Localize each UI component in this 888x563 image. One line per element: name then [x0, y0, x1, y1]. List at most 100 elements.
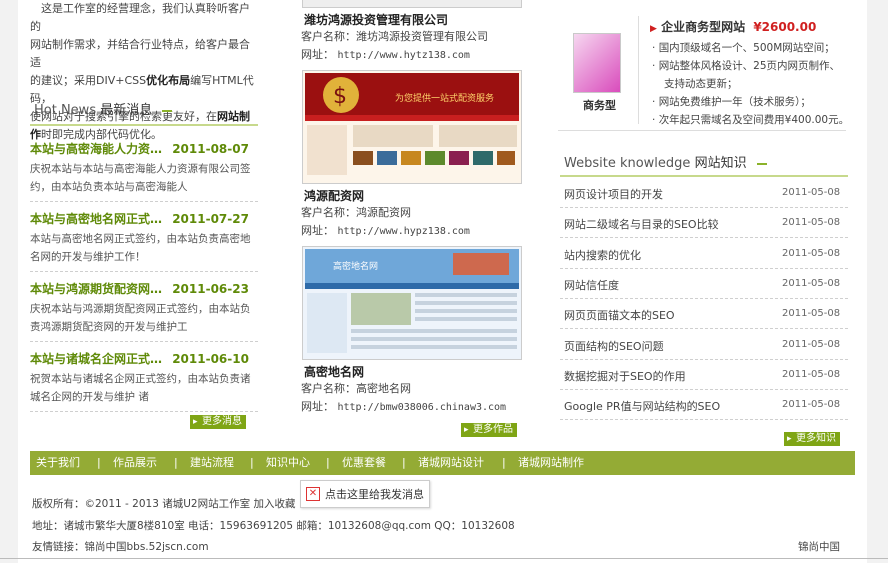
case-screenshot-image: $ 为您提供一站式配资服务 — [303, 71, 521, 183]
knowledge-title-text[interactable]: 页面结构的SEO问题 — [564, 338, 664, 354]
news-title[interactable]: 本站与鸿源期货配资网… 2011-06-23 — [30, 280, 249, 297]
knowledge-title-text[interactable]: 数据挖掘对于SEO的作用 — [564, 368, 686, 384]
knowledge-title-text[interactable]: Google PR值与网站结构的SEO — [564, 398, 720, 414]
case-thumbnail-2[interactable]: $ 为您提供一站式配资服务 — [302, 70, 522, 184]
url-label: 网址： — [301, 224, 334, 237]
more-cases-button[interactable]: 更多作品 — [461, 423, 517, 437]
case-info: 客户名称：鸿源配资网 网址： http://www.hypz138.com — [301, 204, 470, 241]
package-feature: · 次年起只需域名及空间费用¥400.00元。 — [652, 111, 862, 129]
page-bottom-border — [0, 558, 888, 559]
section-divider — [560, 175, 848, 177]
knowledge-title-text[interactable]: 网页设计项目的开发 — [564, 186, 663, 202]
close-icon[interactable]: ✕ — [306, 487, 320, 501]
news-date: 2011-06-10 — [172, 352, 249, 366]
case-name[interactable]: 潍坊鸿源投资管理有限公司 — [304, 11, 448, 28]
nav-item[interactable]: 建站流程 — [190, 451, 234, 475]
news-date: 2011-07-27 — [172, 212, 249, 226]
popup-text[interactable]: 点击这里给我发消息 — [325, 486, 424, 502]
package-feature: 支持动态更新； — [652, 75, 862, 93]
knowledge-item[interactable]: 数据挖掘对于SEO的作用 2011-05-08 — [560, 365, 848, 395]
more-cases-label[interactable]: 更多作品 — [473, 424, 513, 435]
nav-item[interactable]: 知识中心 — [266, 451, 310, 475]
intro-bold: 网站制 — [217, 110, 250, 123]
knowledge-date: 2011-05-08 — [782, 277, 841, 289]
knowledge-item[interactable]: 站内搜索的优化 2011-05-08 — [560, 244, 848, 274]
qq-message-popup[interactable]: ✕ 点击这里给我发消息 — [300, 480, 430, 508]
more-knowledge-label[interactable]: 更多知识 — [796, 433, 836, 444]
package-title: ▶ 企业商务型网站 ¥2600.00 — [650, 18, 816, 35]
page-container: 这是工作室的经营理念，我们认真聆听客户的 网站制作需求，并结合行业特点，给客户最… — [0, 0, 888, 563]
knowledge-divider — [560, 388, 848, 390]
url-label: 网址： — [301, 400, 334, 413]
knowledge-date: 2011-05-08 — [782, 217, 841, 229]
bullet-icon: · — [652, 96, 659, 108]
knowledge-date: 2011-05-08 — [782, 368, 841, 380]
knowledge-title-text[interactable]: 站内搜索的优化 — [564, 247, 641, 263]
nav-separator: | — [502, 456, 506, 469]
package-feature: · 网站整体风格设计、25页内网页制作、 — [652, 57, 862, 75]
knowledge-item[interactable]: 网站二级域名与目录的SEO比较 2011-05-08 — [560, 213, 848, 243]
nav-item[interactable]: 诸城网站制作 — [518, 451, 584, 475]
case-url[interactable]: http://www.hypz138.com — [338, 226, 470, 237]
package-title-text: 企业商务型网站 — [661, 20, 746, 34]
intro-line: 网站制作需求，并结合行业特点，给客户最合适 — [30, 38, 250, 69]
more-news-label[interactable]: 更多消息 — [202, 416, 242, 427]
knowledge-item[interactable]: 网站信任度 2011-05-08 — [560, 274, 848, 304]
case-thumbnail-3[interactable]: 高密地名网 — [302, 246, 522, 360]
knowledge-item[interactable]: 网页页面锚文本的SEO 2011-05-08 — [560, 304, 848, 334]
news-headline[interactable]: 本站与高密海能人力资… — [30, 142, 162, 156]
news-title[interactable]: 本站与诸城名企网正式… 2011-06-10 — [30, 350, 249, 367]
section-dash — [756, 162, 767, 165]
nav-item[interactable]: 诸城网站设计 — [418, 451, 484, 475]
news-summary: 庆祝本站与鸿源期货配资网正式签约，由本站负 责鸿源期货配资网的开发与维护工 — [30, 300, 260, 336]
news-title[interactable]: 本站与高密地名网正式… 2011-07-27 — [30, 210, 249, 227]
knowledge-date: 2011-05-08 — [782, 399, 841, 411]
news-headline[interactable]: 本站与鸿源期货配资网… — [30, 282, 162, 296]
knowledge-item[interactable]: Google PR值与网站结构的SEO 2011-05-08 — [560, 395, 848, 425]
knowledge-title-text[interactable]: 网站二级域名与目录的SEO比较 — [564, 216, 719, 232]
news-title[interactable]: 本站与高密海能人力资… 2011-08-07 — [30, 140, 249, 157]
section-dash — [162, 109, 173, 112]
knowledge-date: 2011-05-08 — [782, 187, 841, 198]
package-divider — [638, 16, 639, 124]
knowledge-divider — [560, 419, 848, 421]
knowledge-divider — [560, 207, 848, 208]
news-summary: 本站与高密地名网正式签约，由本站负责高密地 名网的开发与维护工作！ — [30, 230, 260, 266]
nav-item[interactable]: 作品展示 — [113, 451, 157, 475]
knowledge-title-text[interactable]: 网站信任度 — [564, 277, 619, 293]
intro-bold: 优化布局 — [146, 74, 191, 87]
section-divider — [30, 124, 258, 126]
news-summary-line: 名网的开发与维护工作！ — [30, 251, 146, 263]
knowledge-item[interactable]: 网页设计项目的开发 2011-05-08 — [560, 183, 848, 213]
footer-nav-bar: 关于我们 | 作品展示 | 建站流程 | 知识中心 | 优惠套餐 | 诸城网站设计 | 诸城网站制作 — [30, 451, 855, 475]
friend-links[interactable]: 友情链接：锦尚中国bbs.52jscn.com — [32, 539, 209, 554]
case-url[interactable]: http://www.hytz138.com — [338, 50, 470, 61]
nav-item[interactable]: 关于我们 — [36, 451, 80, 475]
more-news-button[interactable]: 更多消息 — [190, 415, 246, 429]
case-name[interactable]: 高密地名网 — [304, 363, 364, 380]
news-summary-line: 本站与高密地名网正式签约，由本站负责高密地 — [30, 233, 251, 245]
case-url[interactable]: http://bmw038006.chinaw3.com — [338, 402, 507, 413]
bullet-icon: · — [652, 60, 659, 72]
arrow-icon: ▶ — [650, 24, 657, 34]
package-feature-text: 支持动态更新； — [664, 78, 738, 90]
news-headline[interactable]: 本站与诸城名企网正式… — [30, 352, 162, 366]
news-summary-line: 庆祝本站与鸿源期货配资网正式签约，由本站负 — [30, 303, 251, 315]
nav-item[interactable]: 优惠套餐 — [342, 451, 386, 475]
case-thumbnail-1[interactable] — [302, 0, 522, 8]
knowledge-title-text[interactable]: 网页页面锚文本的SEO — [564, 307, 675, 323]
knowledge-item[interactable]: 页面结构的SEO问题 2011-05-08 — [560, 335, 848, 365]
news-headline[interactable]: 本站与高密地名网正式… — [30, 212, 162, 226]
case-name[interactable]: 鸿源配资网 — [304, 187, 364, 204]
section-title-en: Hot News — [34, 103, 97, 118]
url-label: 网址： — [301, 48, 334, 61]
package-feature-text: 网站整体风格设计、25页内网页制作、 — [658, 60, 841, 72]
package-label: 商务型 — [583, 99, 616, 112]
section-title-cn: 最新消息 — [100, 103, 153, 118]
svg-text:$: $ — [333, 84, 347, 109]
case-screenshot-image: 高密地名网 — [303, 247, 521, 359]
friend-link-item[interactable]: 锦尚中国 — [798, 539, 840, 554]
news-summary: 祝贺本站与诸城名企网正式签约，由本站负责诸 城名企网的开发与维护 诸 — [30, 370, 260, 406]
more-knowledge-button[interactable]: 更多知识 — [784, 432, 840, 446]
client-name: 高密地名网 — [356, 382, 411, 395]
